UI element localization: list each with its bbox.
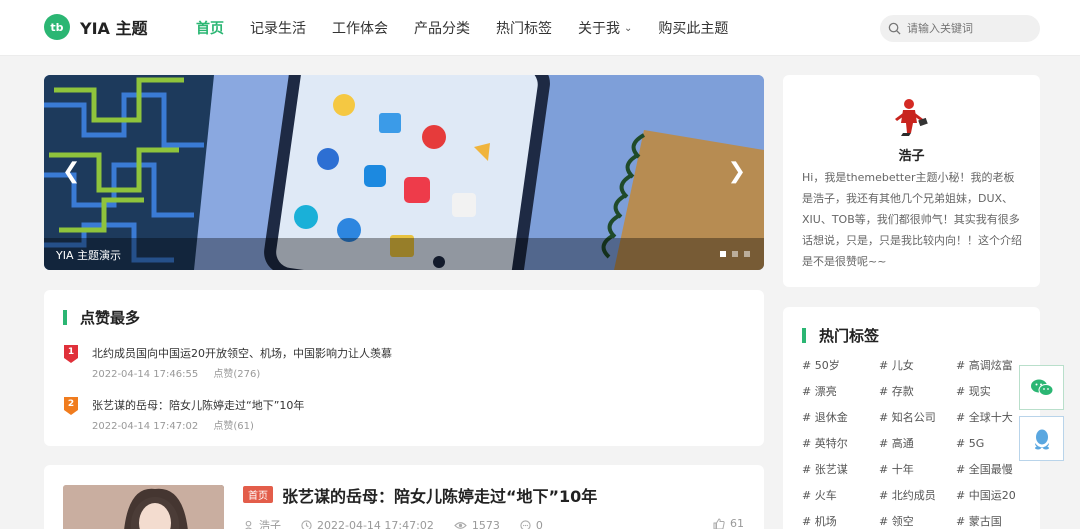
clock-icon bbox=[301, 519, 312, 529]
main-nav: 首页 记录生活 工作体会 产品分类 热门标签 关于我 ⌄ 购买此主题 bbox=[196, 0, 754, 56]
tag-link[interactable]: # 知名公司 bbox=[879, 409, 956, 426]
rank-badge: 2 bbox=[64, 397, 78, 415]
tag-link[interactable]: # 北约成员 bbox=[879, 487, 956, 504]
tag-link[interactable]: # 全国最慢 bbox=[956, 461, 1033, 478]
chevron-down-icon: ⌄ bbox=[624, 22, 633, 34]
nav-item-about-label: 关于我 bbox=[578, 21, 620, 37]
search-icon bbox=[888, 22, 901, 35]
article-comments-count: 0 bbox=[535, 518, 543, 529]
user-icon bbox=[244, 520, 253, 529]
article-thumbnail-image bbox=[63, 485, 224, 529]
tag-link[interactable]: # 十年 bbox=[879, 461, 956, 478]
title-accent-bar bbox=[802, 328, 806, 343]
article-title[interactable]: 张艺谋的岳母：陪女儿陈婷走过“地下”10年 bbox=[282, 483, 597, 507]
tag-link[interactable]: # 机场 bbox=[802, 513, 879, 529]
list-item-meta: 2022-04-14 17:47:02 点赞(61) bbox=[92, 417, 266, 432]
top-likes-card: 点赞最多 1 北约成员国向中国运20开放领空、机场，中国影响力让人羡慕 2022… bbox=[44, 290, 764, 446]
article-meta: 浩子 2022-04-14 17:47:02 1573 0 bbox=[243, 517, 563, 529]
article-views-count: 1573 bbox=[471, 518, 500, 529]
nav-item-products[interactable]: 产品分类 bbox=[414, 18, 470, 38]
article-likes-count: 61 bbox=[730, 517, 744, 529]
tag-cloud: # 50岁 # 儿女 # 高调炫富 # 漂亮 # 存款 # 现实 # 退休金 #… bbox=[802, 357, 1032, 529]
list-item-date: 2022-04-14 17:46:55 bbox=[92, 369, 199, 380]
search-input[interactable] bbox=[907, 22, 1037, 35]
tag-link[interactable]: # 领空 bbox=[879, 513, 956, 529]
article-views: 1573 bbox=[454, 519, 500, 529]
list-item-title[interactable]: 张艺谋的岳母：陪女儿陈婷走过“地下”10年 bbox=[92, 397, 304, 413]
hero-slider[interactable]: ❮ ❯ YIA 主题演示 bbox=[44, 75, 764, 270]
logo-badge-icon: tb bbox=[44, 14, 70, 40]
top-likes-title-text: 点赞最多 bbox=[80, 309, 141, 327]
tag-link[interactable]: # 50岁 bbox=[802, 357, 879, 374]
tag-link[interactable]: # 英特尔 bbox=[802, 435, 879, 452]
list-item-likes: 点赞(276) bbox=[213, 369, 261, 380]
rank-badge: 1 bbox=[64, 345, 78, 363]
tag-link[interactable]: # 火车 bbox=[802, 487, 879, 504]
nav-item-work[interactable]: 工作体会 bbox=[332, 18, 388, 38]
wechat-float-button[interactable] bbox=[1019, 365, 1064, 410]
nav-item-life[interactable]: 记录生活 bbox=[250, 18, 306, 38]
hot-tags-title-text: 热门标签 bbox=[819, 327, 880, 345]
comment-icon bbox=[520, 519, 531, 529]
article-author-name: 浩子 bbox=[259, 519, 281, 529]
article-author[interactable]: 浩子 bbox=[243, 517, 281, 529]
tag-link[interactable]: # 中国运20 bbox=[956, 487, 1033, 504]
slider-next-icon[interactable]: ❯ bbox=[728, 159, 746, 184]
slider-caption[interactable]: YIA 主题演示 bbox=[56, 247, 121, 263]
author-bio: Hi，我是themebetter主题小秘！我的老板是浩子，我还有其他几个兄弟姐妹… bbox=[802, 171, 1022, 268]
hot-tags-title: 热门标签 bbox=[802, 325, 879, 346]
site-header: tb YIA 主题 首页 记录生活 工作体会 产品分类 热门标签 关于我 ⌄ 购… bbox=[0, 0, 1080, 56]
site-logo[interactable]: tb YIA 主题 bbox=[44, 14, 148, 40]
slider-dot[interactable] bbox=[732, 251, 738, 257]
list-item-title[interactable]: 北约成员国向中国运20开放领空、机场，中国影响力让人羡慕 bbox=[92, 345, 392, 361]
title-accent-bar bbox=[63, 310, 67, 325]
list-item-likes: 点赞(61) bbox=[213, 421, 254, 432]
qq-icon bbox=[1034, 429, 1049, 449]
top-likes-title: 点赞最多 bbox=[63, 307, 140, 328]
article-thumbnail[interactable] bbox=[63, 485, 224, 529]
search-box[interactable] bbox=[880, 15, 1040, 42]
eye-icon bbox=[454, 521, 467, 529]
author-name[interactable]: 浩子 bbox=[783, 145, 1040, 164]
nav-item-buy[interactable]: 购买此主题 bbox=[658, 18, 728, 38]
nav-item-home[interactable]: 首页 bbox=[196, 18, 224, 38]
list-item-date: 2022-04-14 17:47:02 bbox=[92, 421, 199, 432]
tag-link[interactable]: # 蒙古国 bbox=[956, 513, 1033, 529]
tag-link[interactable]: # 儿女 bbox=[879, 357, 956, 374]
slider-dot[interactable] bbox=[720, 251, 726, 257]
wechat-icon bbox=[1030, 379, 1053, 396]
tag-link[interactable]: # 漂亮 bbox=[802, 383, 879, 400]
avatar[interactable] bbox=[889, 97, 931, 137]
slider-prev-icon[interactable]: ❮ bbox=[62, 159, 80, 184]
list-item-meta: 2022-04-14 17:46:55 点赞(276) bbox=[92, 365, 272, 380]
article-like-button[interactable]: 61 bbox=[713, 517, 744, 529]
nav-item-about[interactable]: 关于我 ⌄ bbox=[578, 18, 632, 38]
author-card: 浩子 Hi，我是themebetter主题小秘！我的老板是浩子，我还有其他几个兄… bbox=[783, 75, 1040, 287]
article-category-tag[interactable]: 首页 bbox=[243, 486, 273, 503]
article-date-text: 2022-04-14 17:47:02 bbox=[317, 518, 434, 529]
tag-link[interactable]: # 存款 bbox=[879, 383, 956, 400]
tag-link[interactable]: # 张艺谋 bbox=[802, 461, 879, 478]
nav-item-hot-tags[interactable]: 热门标签 bbox=[496, 18, 552, 38]
hot-tags-card: 热门标签 # 50岁 # 儿女 # 高调炫富 # 漂亮 # 存款 # 现实 # … bbox=[783, 307, 1040, 529]
article-date: 2022-04-14 17:47:02 bbox=[301, 519, 434, 529]
slider-pagination bbox=[714, 251, 750, 257]
article-card: 首页 张艺谋的岳母：陪女儿陈婷走过“地下”10年 浩子 2022-04-14 1… bbox=[44, 465, 764, 529]
article-comments[interactable]: 0 bbox=[520, 519, 543, 529]
tag-link[interactable]: # 高通 bbox=[879, 435, 956, 452]
slider-dot[interactable] bbox=[744, 251, 750, 257]
tag-link[interactable]: # 退休金 bbox=[802, 409, 879, 426]
qq-float-button[interactable] bbox=[1019, 416, 1064, 461]
thumbs-up-icon bbox=[713, 517, 725, 529]
slider-caption-bar: YIA 主题演示 bbox=[44, 238, 764, 270]
site-name: YIA 主题 bbox=[80, 19, 148, 38]
